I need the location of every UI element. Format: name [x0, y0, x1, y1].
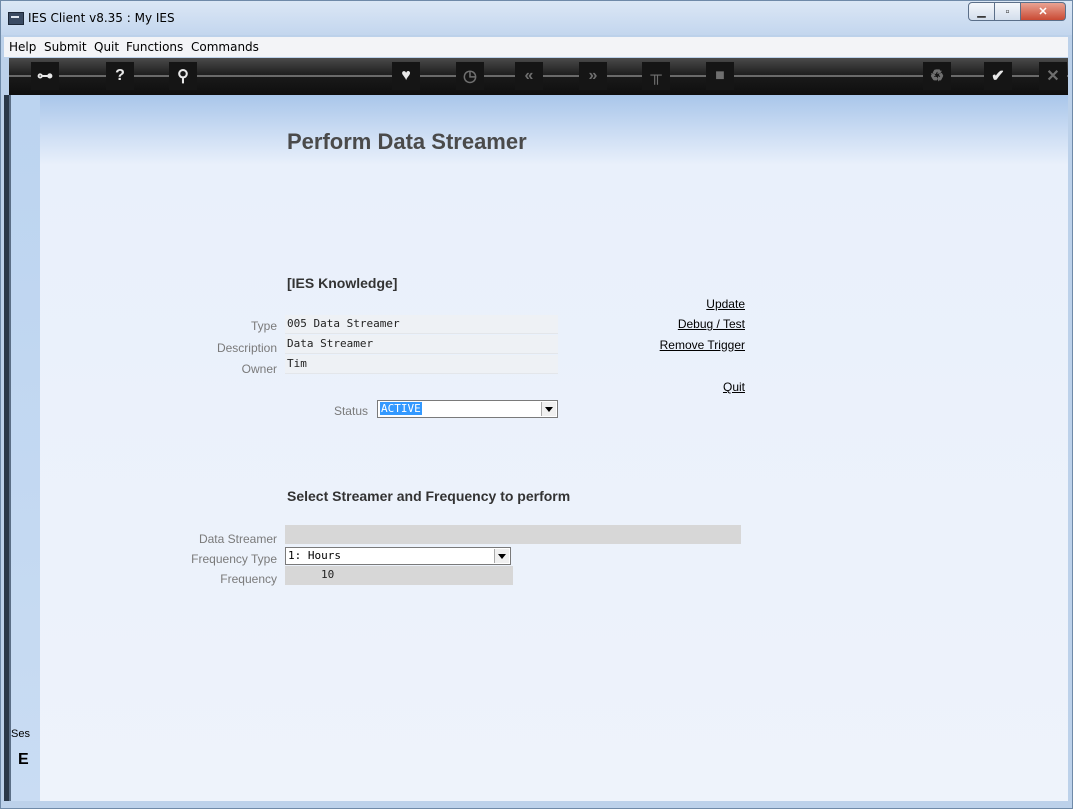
section-title-streamer: Select Streamer and Frequency to perform: [287, 488, 571, 504]
frequency-type-value: 1: Hours: [288, 549, 341, 562]
heart-icon[interactable]: ♥: [392, 62, 420, 90]
status-select[interactable]: ACTIVE: [377, 400, 558, 418]
update-link[interactable]: Update: [621, 297, 745, 311]
close-icon[interactable]: ✕: [1039, 62, 1067, 90]
app-icon: [8, 12, 24, 25]
type-label: Type: [250, 319, 277, 333]
data-streamer-field[interactable]: [285, 525, 741, 544]
clock-icon[interactable]: ◷: [456, 62, 484, 90]
description-label: Description: [216, 341, 277, 355]
status-value: ACTIVE: [380, 402, 422, 415]
app-window: IES Client v8.35 : My IES ▁ ▫ ✕ Help Sub…: [0, 0, 1073, 809]
description-field[interactable]: Data Streamer: [285, 335, 558, 354]
close-window-button[interactable]: ✕: [1021, 2, 1066, 21]
back-icon[interactable]: «: [515, 62, 543, 90]
window-title: IES Client v8.35 : My IES: [28, 11, 175, 25]
frequency-type-select[interactable]: 1: Hours: [285, 547, 511, 565]
frequency-type-label: Frequency Type: [191, 552, 277, 566]
recycle-icon[interactable]: ♻: [923, 62, 951, 90]
type-field[interactable]: 005 Data Streamer: [285, 315, 558, 334]
session-sidebar: [11, 95, 40, 801]
check-icon[interactable]: ✔: [984, 62, 1012, 90]
forward-icon[interactable]: »: [579, 62, 607, 90]
menu-submit[interactable]: Submit: [44, 40, 87, 54]
title-bar: IES Client v8.35 : My IES ▁ ▫ ✕: [1, 1, 1072, 35]
data-streamer-label: Data Streamer: [198, 532, 277, 546]
remove-trigger-link[interactable]: Remove Trigger: [621, 338, 745, 352]
owner-label: Owner: [241, 362, 277, 376]
minimize-button[interactable]: ▁: [968, 2, 995, 21]
page-title: Perform Data Streamer: [287, 129, 527, 154]
session-icon[interactable]: E: [18, 751, 29, 769]
quit-link[interactable]: Quit: [621, 380, 745, 394]
stop-icon[interactable]: ■: [706, 62, 734, 90]
toolbar: ⊶ ? ⚲ ♥ ◷ « » ╥ ■ ♻ ✔ ✕: [9, 58, 1068, 95]
menu-bar: Help Submit Quit Functions Commands: [4, 37, 1068, 57]
owner-field[interactable]: Tim: [285, 355, 558, 374]
debug-test-link[interactable]: Debug / Test: [621, 317, 745, 331]
help-icon[interactable]: ?: [106, 62, 134, 90]
status-label: Status: [333, 404, 368, 418]
tools-icon[interactable]: ╥: [642, 62, 670, 90]
frequency-label: Frequency: [220, 572, 277, 586]
menu-quit[interactable]: Quit: [94, 40, 119, 54]
menu-functions[interactable]: Functions: [126, 40, 183, 54]
frequency-field[interactable]: 10: [285, 566, 513, 585]
main-content: [40, 95, 1068, 801]
chevron-down-icon[interactable]: [494, 549, 509, 563]
chevron-down-icon[interactable]: [541, 402, 556, 416]
search-icon[interactable]: ⚲: [169, 62, 197, 90]
section-title-ies-knowledge: [IES Knowledge]: [287, 275, 398, 291]
maximize-button[interactable]: ▫: [995, 2, 1021, 21]
menu-help[interactable]: Help: [9, 40, 36, 54]
menu-commands[interactable]: Commands: [191, 40, 259, 54]
bottom-frame-edge: [4, 801, 1068, 807]
key-icon[interactable]: ⊶: [31, 62, 59, 90]
window-controls: ▁ ▫ ✕: [968, 2, 1066, 21]
session-label: Ses: [11, 728, 30, 740]
